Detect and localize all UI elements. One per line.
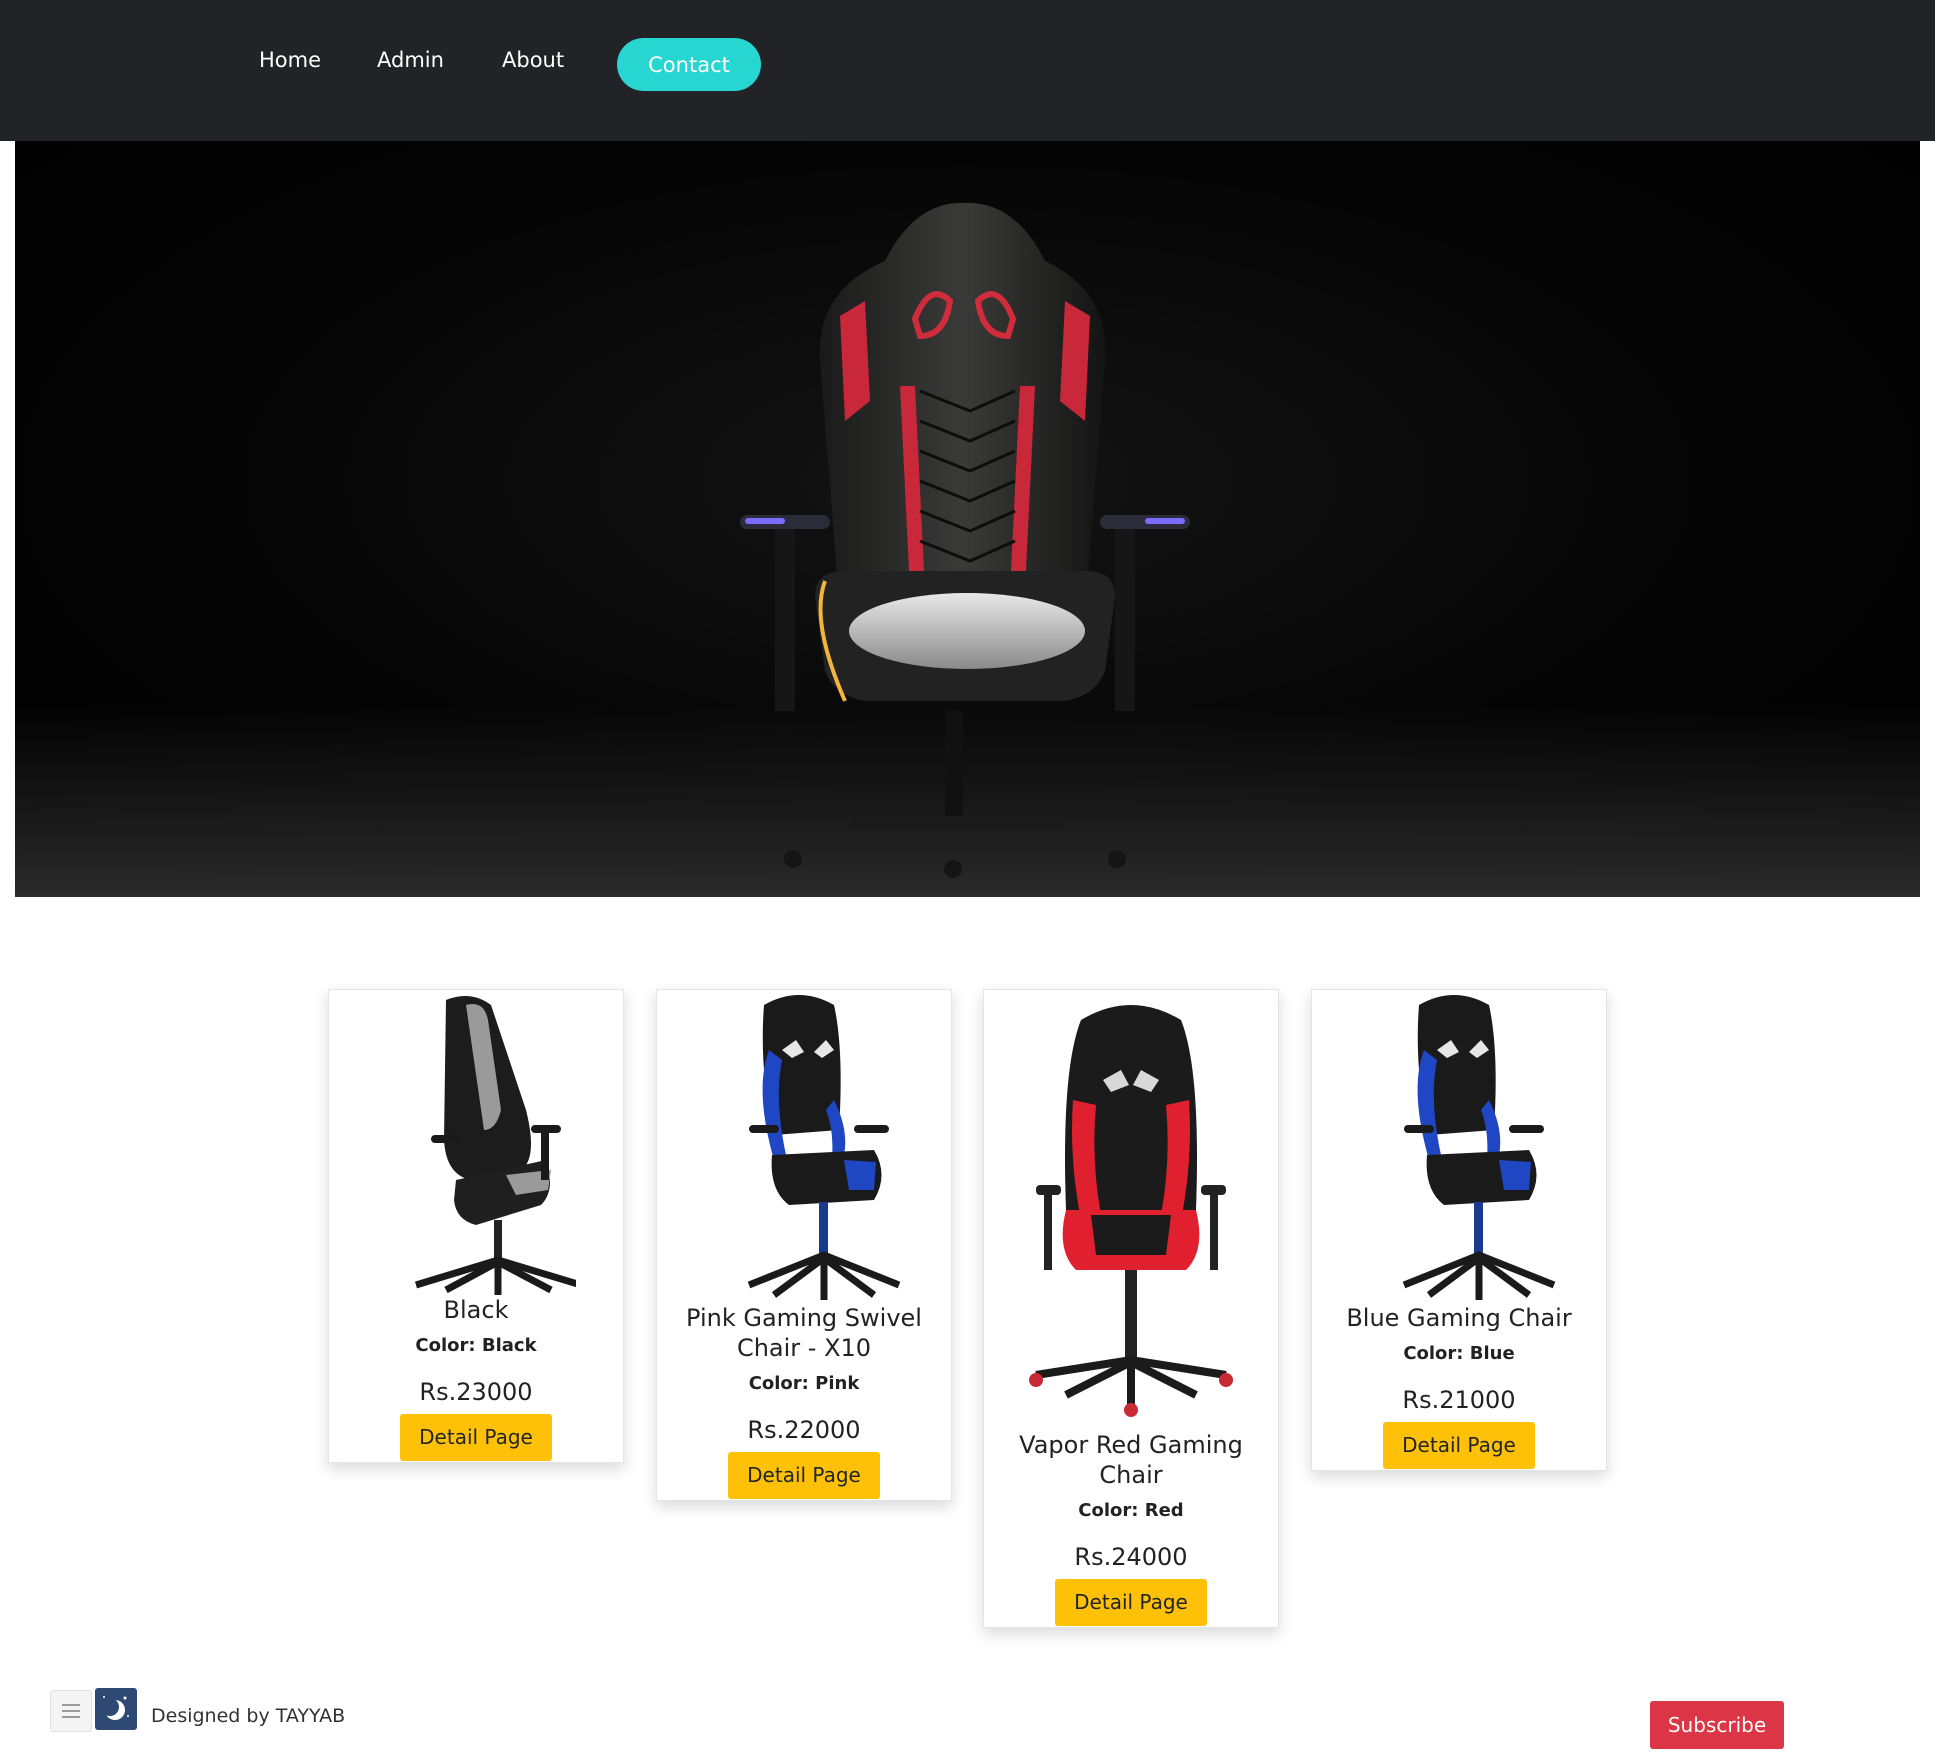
menu-icon-bar (62, 1716, 80, 1718)
product-color: Color: Pink (748, 1373, 860, 1394)
product-image-black-chair (414, 996, 576, 1295)
footer-credit: Designed by TAYYAB (151, 1705, 346, 1727)
detail-page-button[interactable]: Detail Page (400, 1414, 552, 1461)
hero-banner (15, 141, 1920, 897)
product-price: Rs.23000 (419, 1378, 533, 1406)
subscribe-button[interactable]: Subscribe (1650, 1701, 1784, 1749)
product-card: Pink Gaming Swivel Chair - X10 Color: Pi… (656, 989, 952, 1501)
detail-page-button[interactable]: Detail Page (728, 1452, 880, 1499)
product-image-blue-chair (1402, 995, 1556, 1300)
product-card: Black Color: Black Rs.23000 Detail Page (328, 989, 624, 1463)
product-color: Color: Red (1078, 1500, 1184, 1521)
product-image-swivel-chair (747, 995, 901, 1300)
product-name: Vapor Red Gaming Chair (1019, 1431, 1243, 1489)
moon-icon[interactable] (95, 1688, 137, 1730)
product-card: Vapor Red Gaming Chair Color: Red Rs.240… (983, 989, 1279, 1628)
detail-page-button[interactable]: Detail Page (1055, 1579, 1207, 1626)
product-price: Rs.21000 (1402, 1386, 1516, 1414)
nav-admin-link[interactable]: Admin (377, 48, 444, 72)
product-color: Color: Blue (1403, 1343, 1515, 1364)
product-price: Rs.22000 (747, 1416, 861, 1444)
hero-chair-image (740, 202, 1190, 878)
nav-about-link[interactable]: About (502, 48, 564, 72)
product-price: Rs.24000 (1074, 1543, 1188, 1571)
product-name: Blue Gaming Chair (1346, 1304, 1572, 1332)
product-color: Color: Black (415, 1335, 537, 1356)
detail-page-button[interactable]: Detail Page (1383, 1422, 1535, 1469)
nav-home-link[interactable]: Home (259, 48, 321, 72)
navbar: Home Admin About Contact (0, 0, 1935, 141)
menu-icon[interactable] (50, 1690, 92, 1732)
product-image-red-chair (1029, 1005, 1233, 1417)
product-name: Black (443, 1296, 509, 1324)
menu-icon-bar (62, 1710, 80, 1712)
moon-icon-graphic (101, 1696, 129, 1720)
menu-icon-bar (62, 1704, 80, 1706)
product-card: Blue Gaming Chair Color: Blue Rs.21000 D… (1311, 989, 1607, 1471)
contact-button[interactable]: Contact (617, 38, 761, 91)
product-name: Pink Gaming Swivel Chair - X10 (686, 1304, 922, 1362)
